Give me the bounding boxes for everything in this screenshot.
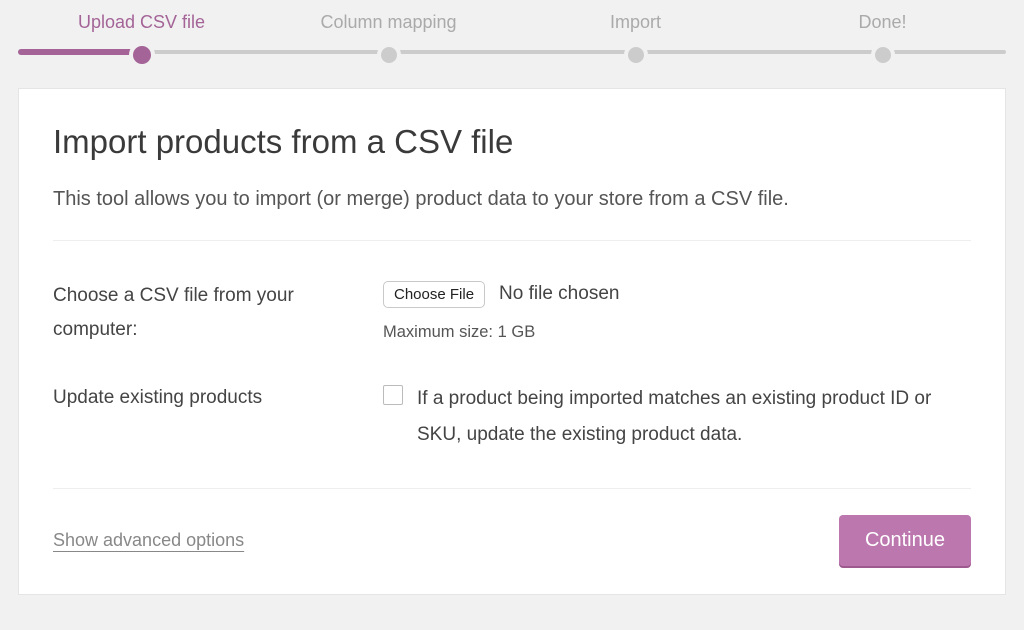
file-size-hint: Maximum size: 1 GB <box>383 319 971 345</box>
file-row: Choose a CSV file from your computer: Ch… <box>53 279 971 347</box>
show-advanced-link[interactable]: Show advanced options <box>53 530 244 551</box>
page-title: Import products from a CSV file <box>53 123 971 161</box>
step-dot-icon <box>624 43 648 67</box>
step-upload-csv: Upload CSV file <box>18 0 265 33</box>
update-label: Update existing products <box>53 381 383 415</box>
step-done: Done! <box>759 0 1006 33</box>
step-label: Upload CSV file <box>18 0 265 33</box>
stepper-track <box>18 50 1006 54</box>
step-dot-icon <box>871 43 895 67</box>
update-description: If a product being imported matches an e… <box>417 381 971 453</box>
choose-file-button[interactable]: Choose File <box>383 281 485 308</box>
update-row: Update existing products If a product be… <box>53 381 971 453</box>
step-column-mapping: Column mapping <box>265 0 512 33</box>
continue-button[interactable]: Continue <box>839 515 971 566</box>
import-card: Import products from a CSV file This too… <box>18 88 1006 595</box>
step-label: Done! <box>759 0 1006 33</box>
step-dot-icon <box>377 43 401 67</box>
step-label: Import <box>512 0 759 33</box>
progress-stepper: Upload CSV file Column mapping Import Do… <box>18 0 1006 70</box>
step-import: Import <box>512 0 759 33</box>
step-label: Column mapping <box>265 0 512 33</box>
step-dot-icon <box>129 42 155 68</box>
file-status: No file chosen <box>499 279 619 309</box>
file-label: Choose a CSV file from your computer: <box>53 279 383 347</box>
stepper-progress <box>18 49 146 55</box>
update-existing-checkbox[interactable] <box>383 385 403 405</box>
page-description: This tool allows you to import (or merge… <box>53 185 971 214</box>
